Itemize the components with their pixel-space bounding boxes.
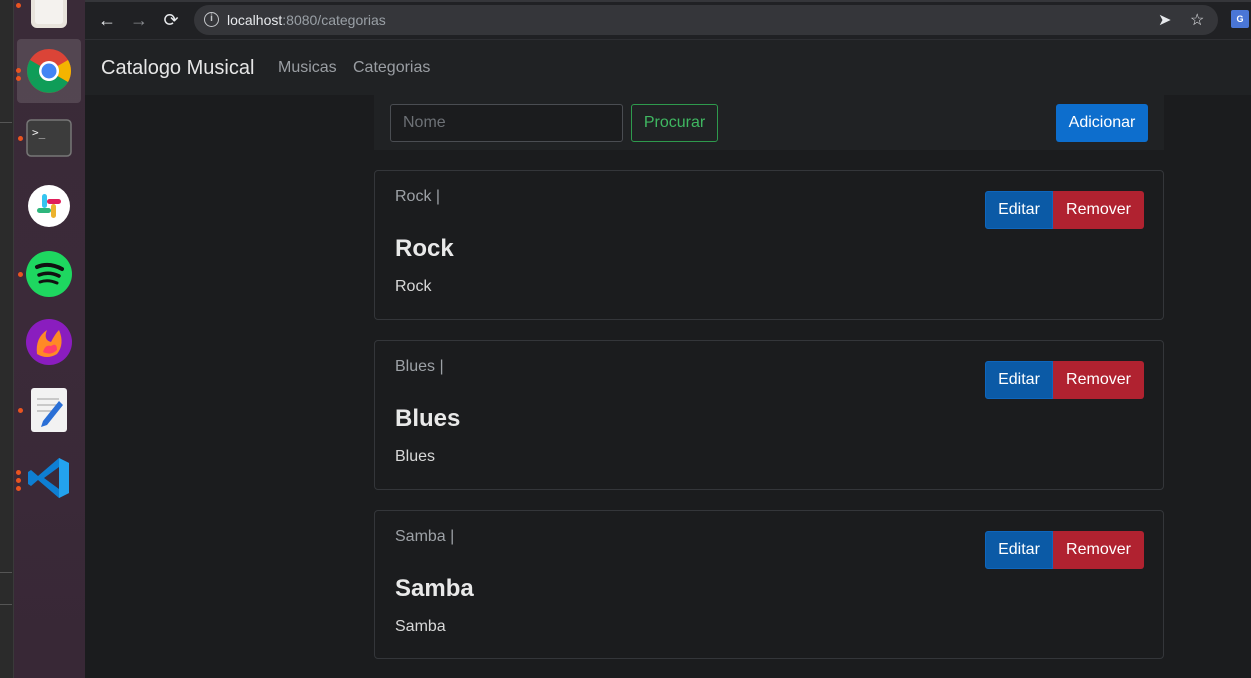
card-text: Blues [395,448,436,465]
category-card: Blues | Blues Blues Editar Remover [374,340,1164,490]
remove-button[interactable]: Remover [1053,191,1144,229]
translate-extension-icon[interactable]: G [1231,10,1249,28]
nav-link-categorias[interactable]: Categorias [353,59,430,77]
category-card: Rock | Rock Rock Editar Remover [374,170,1164,320]
back-arrow-icon[interactable]: ← [94,8,120,32]
remove-button[interactable]: Remover [1053,361,1144,399]
browser-toolbar: ← → ⟳ i localhost:8080/categorias ➤ ☆ G [85,0,1251,40]
nav-link-musicas[interactable]: Musicas [278,59,337,77]
dock-text-editor[interactable] [17,378,81,442]
send-icon[interactable]: ➤ [1158,10,1171,30]
dock-running-dot [16,76,21,81]
address-bar[interactable]: i localhost:8080/categorias ➤ ☆ [194,5,1218,35]
search-button[interactable]: Procurar [631,104,718,142]
site-info-icon[interactable]: i [204,12,219,27]
dock-running-dot [16,470,21,475]
name-search-input[interactable] [390,104,623,142]
dock-running-dot [16,68,21,73]
card-title: Samba [395,575,474,602]
url-text: localhost:8080/categorias [227,12,386,28]
text-editor-icon [31,388,67,432]
main-content: Procurar Adicionar Rock | Rock Rock Edit… [85,95,1251,678]
edge-divider [0,122,12,123]
screen-edge [0,0,14,678]
firefox-dev-icon [26,319,72,365]
chrome-icon [27,49,71,93]
dock-running-dot [16,3,21,8]
ubuntu-dock: >_ [14,0,85,678]
dock-files[interactable] [17,0,81,40]
search-bar: Procurar Adicionar [374,95,1164,150]
dock-spotify[interactable] [17,242,81,306]
dock-terminal[interactable]: >_ [17,106,81,170]
slack-icon [28,185,70,227]
edit-button[interactable]: Editar [985,191,1053,229]
remove-button[interactable]: Remover [1053,531,1144,569]
dock-chrome[interactable] [17,39,81,103]
spotify-icon [26,251,72,297]
dock-running-dot [16,478,21,483]
card-text: Rock [395,278,432,295]
edit-button[interactable]: Editar [985,531,1053,569]
card-subtitle: Samba | [395,528,455,545]
vscode-icon [28,458,69,498]
add-category-button[interactable]: Adicionar [1056,104,1148,142]
app-navbar: Catalogo Musical Musicas Categorias [85,40,1251,95]
card-title: Blues [395,405,461,432]
dock-running-dot [16,486,21,491]
edge-divider [0,604,12,605]
edit-button[interactable]: Editar [985,361,1053,399]
navbar-brand[interactable]: Catalogo Musical [101,57,254,80]
forward-arrow-icon[interactable]: → [126,8,152,32]
dock-running-dot [18,136,23,141]
edge-divider [0,572,12,573]
dock-slack[interactable] [17,174,81,238]
card-subtitle: Blues | [395,358,444,375]
star-icon[interactable]: ☆ [1190,10,1204,30]
dock-firefox-dev[interactable] [17,310,81,374]
tab-strip [85,0,1251,2]
card-title: Rock [395,235,454,262]
dock-vscode[interactable] [17,446,81,510]
dock-running-dot [18,272,23,277]
reload-icon[interactable]: ⟳ [158,8,184,32]
category-card: Samba | Samba Samba Editar Remover [374,510,1164,659]
dock-running-dot [18,408,23,413]
card-text: Samba [395,618,446,635]
files-icon [31,0,67,28]
card-subtitle: Rock | [395,188,441,205]
svg-text:>_: >_ [32,126,46,139]
terminal-icon: >_ [26,119,72,157]
